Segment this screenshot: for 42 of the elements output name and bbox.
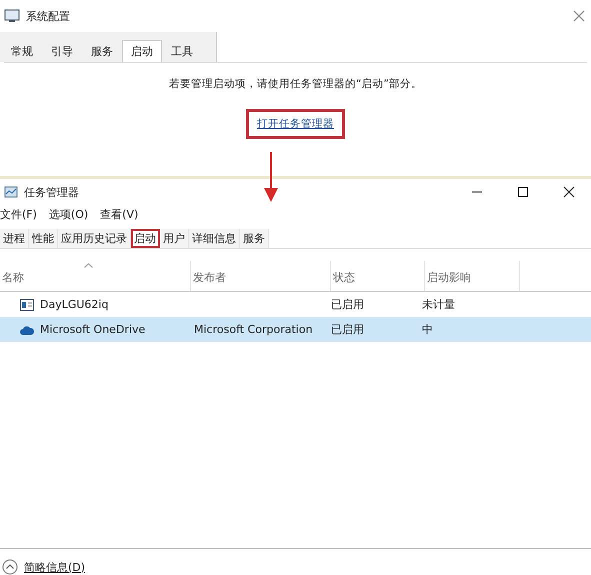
arrow-icon — [264, 152, 278, 202]
tab[interactable]: 性能 — [29, 229, 58, 248]
tab[interactable]: 用户 — [160, 229, 189, 248]
menu-item[interactable]: 选项(O) — [48, 207, 88, 222]
tab[interactable]: 工具 — [162, 40, 202, 62]
cloud-icon — [20, 324, 34, 334]
table-cell: 已启用 — [331, 322, 364, 337]
table-row[interactable]: DayLGU62iq 已启用 未计量 — [0, 292, 591, 317]
app-icon — [20, 298, 34, 310]
maximize-icon[interactable] — [517, 186, 529, 198]
message-text: 若要管理启动项，请使用任务管理器的“启动”部分。 — [169, 77, 422, 91]
tab[interactable]: 应用历史记录 — [58, 229, 131, 248]
tab[interactable]: 常规 — [2, 40, 42, 62]
task-manager-icon — [4, 185, 18, 199]
menu-item[interactable]: 查看(V) — [100, 207, 138, 222]
table-cell: Microsoft Corporation — [194, 323, 313, 336]
tab[interactable]: 启动 — [131, 229, 160, 248]
open-task-manager-link[interactable]: 打开任务管理器 — [246, 109, 345, 139]
tab[interactable]: 启动 — [122, 40, 162, 62]
table-cell: 未计量 — [422, 297, 455, 312]
fewer-details-link[interactable]: 简略信息(D) — [24, 560, 86, 574]
sort-caret-icon — [84, 263, 93, 268]
window-icon — [4, 9, 20, 23]
tab[interactable]: 进程 — [0, 229, 29, 248]
collapse-icon[interactable] — [2, 559, 18, 575]
close-icon[interactable] — [563, 186, 575, 198]
window-title: 系统配置 — [26, 8, 70, 24]
table-cell: 中 — [422, 322, 433, 337]
column-header[interactable]: 状态 — [331, 261, 425, 291]
table-cell: DayLGU62iq — [40, 298, 108, 311]
table-row[interactable]: Microsoft OneDrive Microsoft Corporation 已启用 中 — [0, 317, 591, 342]
window-title: 任务管理器 — [24, 184, 79, 200]
table-cell: Microsoft OneDrive — [40, 323, 146, 336]
column-header[interactable]: 启动影响 — [425, 261, 520, 291]
tab[interactable]: 详细信息 — [189, 229, 240, 248]
menu-item[interactable]: 文件(F) — [0, 207, 37, 222]
tab[interactable]: 服务 — [82, 40, 122, 62]
tab[interactable]: 引导 — [42, 40, 82, 62]
tab[interactable]: 服务 — [240, 229, 269, 248]
table-cell: 已启用 — [331, 297, 364, 312]
column-header[interactable]: 名称 — [0, 261, 191, 291]
column-header[interactable]: 发布者 — [191, 261, 331, 291]
